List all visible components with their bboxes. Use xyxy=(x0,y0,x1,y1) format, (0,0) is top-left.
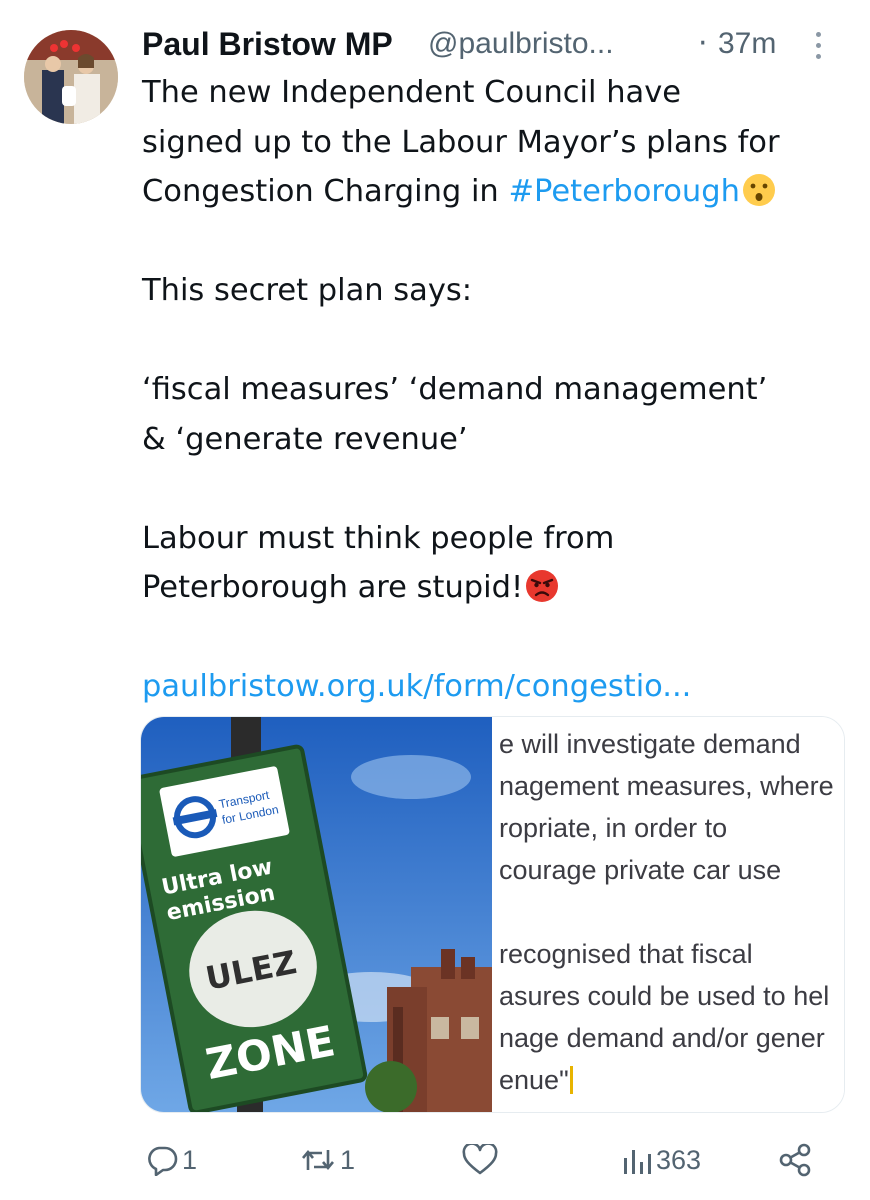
views-icon xyxy=(624,1150,651,1174)
external-link[interactable]: paulbristow.org.uk/form/congestio... xyxy=(142,662,858,712)
document-excerpt[interactable]: e will investigate demand nagement measu… xyxy=(493,717,844,1112)
like-button[interactable] xyxy=(462,1138,502,1182)
text-line: This secret plan says: xyxy=(142,273,473,308)
doc-line: recognised that fiscal xyxy=(499,939,753,969)
separator-dot: · xyxy=(698,26,708,61)
text-cursor xyxy=(569,1066,573,1094)
avatar[interactable] xyxy=(24,30,118,124)
text-line: & ‘generate revenue’ xyxy=(142,421,468,457)
doc-line: ropriate, in order to xyxy=(499,813,728,843)
tweet-header: Paul Bristow MP @paulbristo... · 37m xyxy=(142,22,842,66)
text-line: ‘fiscal measures’ ‘demand management’ xyxy=(142,372,768,407)
text-line: Labour must think people from xyxy=(142,520,615,556)
text-line: The new Independent Council have xyxy=(142,75,682,110)
action-bar: 1 1 363 xyxy=(142,1138,842,1182)
retweet-icon xyxy=(302,1149,334,1171)
text-line: Congestion Charging in #Peterborough xyxy=(142,167,858,217)
heart-icon xyxy=(462,1144,498,1175)
doc-line: asures could be used to hel xyxy=(499,981,830,1011)
retweet-count: 1 xyxy=(340,1144,356,1175)
text-line: signed up to the Labour Mayor’s plans fo… xyxy=(142,124,780,160)
reply-button[interactable]: 1 xyxy=(146,1138,197,1182)
text-line: Peterborough are stupid! xyxy=(142,563,858,613)
doc-line-last: enue" xyxy=(499,1063,573,1097)
ulez-sign-image: Transport for London Ultra low emission … xyxy=(141,717,492,1112)
hashtag-link[interactable]: #Peterborough xyxy=(508,174,739,209)
reply-icon xyxy=(148,1146,178,1176)
doc-line: nagement measures, where xyxy=(499,771,834,801)
views-count: 363 xyxy=(656,1144,702,1175)
doc-line: e will investigate demand xyxy=(499,729,801,759)
media-card[interactable]: Transport for London Ultra low emission … xyxy=(140,716,845,1113)
author-name[interactable]: Paul Bristow MP xyxy=(142,22,393,66)
doc-line: nage demand and/or gener xyxy=(499,1023,825,1053)
author-handle[interactable]: @paulbristo... xyxy=(428,22,614,66)
hushed-face-emoji-icon xyxy=(742,174,775,206)
tweet-text: The new Independent Council have signed … xyxy=(142,68,858,712)
views-button[interactable]: 363 xyxy=(622,1138,701,1182)
share-icon xyxy=(779,1143,811,1177)
share-button[interactable] xyxy=(778,1138,812,1182)
retweet-button[interactable]: 1 xyxy=(300,1138,355,1182)
doc-line: courage private car use xyxy=(499,855,782,885)
avatar-photo xyxy=(24,30,118,124)
more-options-icon[interactable] xyxy=(816,32,824,62)
angry-face-emoji-icon xyxy=(526,570,559,602)
reply-count: 1 xyxy=(182,1144,198,1175)
timestamp[interactable]: 37m xyxy=(718,22,776,66)
ulez-sign-photo[interactable]: Transport for London Ultra low emission … xyxy=(141,717,492,1112)
